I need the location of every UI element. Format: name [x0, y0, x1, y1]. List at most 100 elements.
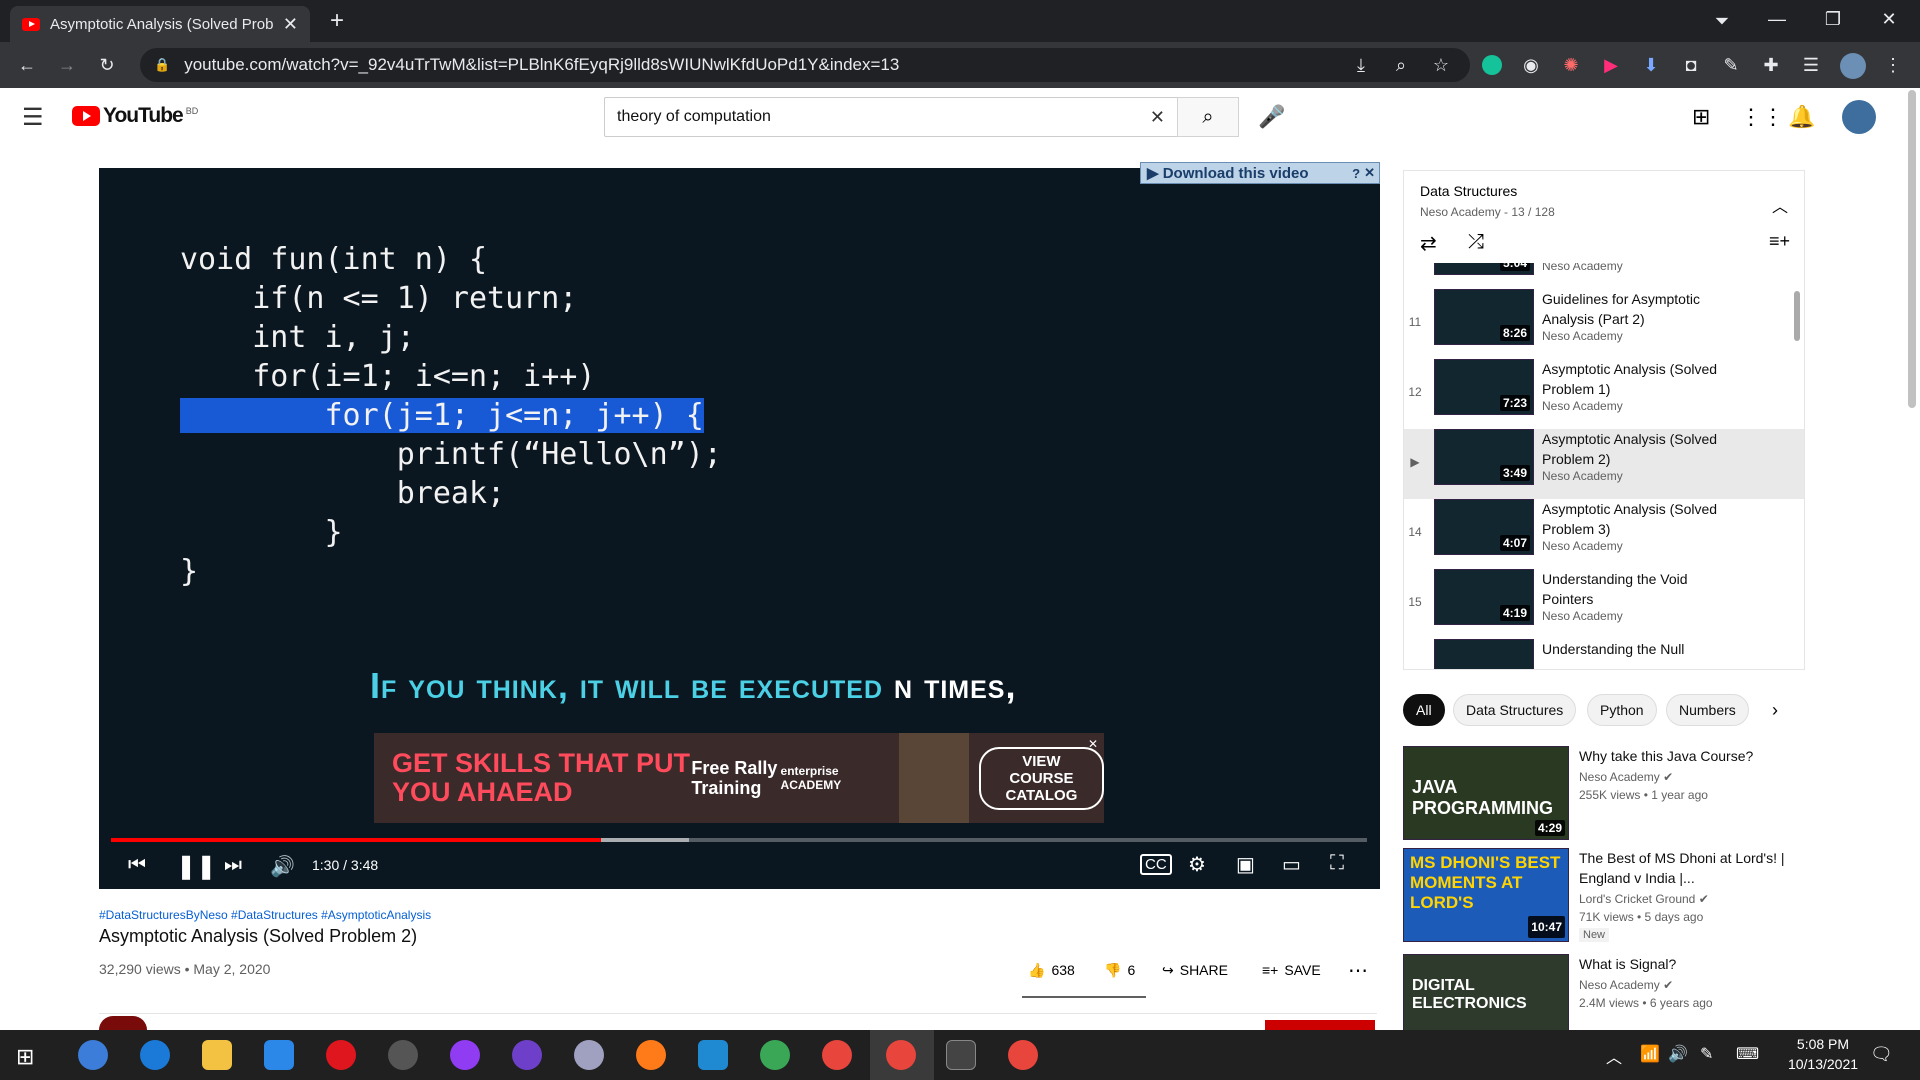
- apps-grid-icon[interactable]: ⋮⋮: [1740, 104, 1784, 130]
- save-button[interactable]: ≡+ SAVE: [1262, 962, 1321, 978]
- mail-icon[interactable]: [264, 1040, 294, 1070]
- windows-start-icon[interactable]: ⊞: [16, 1044, 34, 1070]
- back-icon[interactable]: ←: [14, 52, 40, 78]
- download-video-button[interactable]: ▶ Download this video? ✕: [1140, 162, 1380, 184]
- qbittorrent-icon[interactable]: [78, 1040, 108, 1070]
- youtube-logo[interactable]: YouTube BD: [72, 104, 198, 128]
- network-icon[interactable]: 📶: [1640, 1044, 1660, 1064]
- opera-icon[interactable]: [326, 1040, 356, 1070]
- app-icon[interactable]: [574, 1040, 604, 1070]
- captions-icon[interactable]: CC: [1140, 854, 1172, 875]
- account-avatar[interactable]: [1842, 100, 1876, 134]
- grammarly-extension-icon[interactable]: [1482, 55, 1502, 75]
- playlist-item[interactable]: 5:04 Neso Academy: [1404, 263, 1804, 289]
- create-video-icon[interactable]: ⊞: [1692, 104, 1710, 130]
- address-bar[interactable]: 🔒 youtube.com/watch?v=_92v4uTrTwM&list=P…: [140, 48, 1470, 82]
- next-icon[interactable]: ⏭: [224, 854, 242, 877]
- notifications-bell-icon[interactable]: 🔔: [1788, 104, 1815, 130]
- reload-icon[interactable]: ↻: [94, 52, 120, 78]
- new-tab-icon[interactable]: +: [324, 7, 350, 34]
- page-scrollbar[interactable]: [1908, 90, 1916, 408]
- browser-tab[interactable]: Asymptotic Analysis (Solved Prob ✕: [10, 6, 310, 42]
- more-actions-icon[interactable]: ⋯: [1348, 958, 1368, 983]
- search-input[interactable]: theory of computation ✕: [604, 97, 1178, 137]
- recommended-video[interactable]: JAVA PROGRAMMING 4:29 Why take this Java …: [1403, 746, 1823, 841]
- collapse-chevron-icon[interactable]: ︿: [1772, 193, 1788, 217]
- playlist-item-current[interactable]: ▶ 3:49 Asymptotic Analysis (Solved Probl…: [1404, 429, 1804, 499]
- playlist-title[interactable]: Data Structures: [1420, 183, 1517, 199]
- shuffle-icon[interactable]: ⤮: [1468, 231, 1484, 254]
- channel-avatar[interactable]: [99, 1016, 147, 1030]
- subscribe-button[interactable]: [1265, 1020, 1375, 1030]
- reading-list-icon[interactable]: ☰: [1798, 52, 1824, 78]
- voice-search-icon[interactable]: 🎤: [1258, 104, 1285, 130]
- terminal-icon[interactable]: [946, 1040, 976, 1070]
- playlist-scrollbar[interactable]: [1794, 291, 1800, 341]
- share-button[interactable]: ↪ SHARE: [1162, 962, 1228, 979]
- recommended-video[interactable]: DIGITAL ELECTRONICS What is Signal? Neso…: [1403, 954, 1823, 1030]
- chrome-active-icon[interactable]: [886, 1040, 916, 1070]
- pen-extension-icon[interactable]: ✎: [1718, 52, 1744, 78]
- keyboard-icon[interactable]: ⌨: [1736, 1044, 1759, 1064]
- chip-data-structures[interactable]: Data Structures: [1453, 694, 1577, 726]
- miniplayer-icon[interactable]: ▣: [1236, 852, 1255, 877]
- recommended-video[interactable]: MS DHONI'S BEST MOMENTS AT LORD'S 10:47 T…: [1403, 848, 1823, 943]
- screen-extension-icon[interactable]: ◘: [1678, 52, 1704, 78]
- playlist-options-icon[interactable]: ≡+: [1769, 231, 1790, 252]
- close-ad-icon[interactable]: ✕: [1088, 737, 1098, 751]
- search-button[interactable]: ⌕: [1177, 97, 1239, 137]
- firefox-icon[interactable]: [636, 1040, 666, 1070]
- github-desktop-icon[interactable]: [512, 1040, 542, 1070]
- profile-dropdown-icon[interactable]: ⏷: [1709, 8, 1735, 34]
- file-explorer-icon[interactable]: [202, 1040, 232, 1070]
- maximize-icon[interactable]: ❐: [1820, 6, 1846, 32]
- settings-gear-icon[interactable]: ⚙: [1188, 852, 1206, 877]
- bookmark-star-icon[interactable]: ☆: [1428, 52, 1454, 78]
- edge-icon[interactable]: [140, 1040, 170, 1070]
- extension-icon[interactable]: ✺: [1558, 52, 1584, 78]
- progress-bar[interactable]: [111, 838, 1367, 842]
- playlist-item[interactable]: Understanding the Null: [1404, 639, 1804, 669]
- playlist-item[interactable]: 15 4:19 Understanding the Void Pointers N…: [1404, 569, 1804, 639]
- volume-tray-icon[interactable]: 🔊: [1668, 1044, 1688, 1064]
- clock[interactable]: 5:08 PM 10/13/2021: [1778, 1034, 1868, 1074]
- chip-numbers[interactable]: Numbers: [1666, 694, 1749, 726]
- like-button[interactable]: 👍 638: [1028, 962, 1075, 979]
- edge-dev-icon[interactable]: [760, 1040, 790, 1070]
- pause-icon[interactable]: ❚❚: [176, 852, 216, 881]
- camera-extension-icon[interactable]: ◉: [1518, 52, 1544, 78]
- profile-avatar[interactable]: [1840, 53, 1866, 79]
- clear-search-icon[interactable]: ✕: [1150, 107, 1165, 128]
- help-icon[interactable]: ?: [1352, 166, 1360, 181]
- play-extension-icon[interactable]: ▶: [1598, 52, 1624, 78]
- dislike-button[interactable]: 👎 6: [1104, 962, 1135, 979]
- minimize-icon[interactable]: —: [1764, 6, 1790, 32]
- extensions-puzzle-icon[interactable]: ✚: [1758, 52, 1784, 78]
- chrome-icon[interactable]: [822, 1040, 852, 1070]
- close-download-icon[interactable]: ✕: [1364, 165, 1375, 181]
- close-tab-icon[interactable]: ✕: [283, 14, 298, 35]
- notification-center-icon[interactable]: 🗨: [1870, 1044, 1893, 1065]
- theater-mode-icon[interactable]: ▭: [1282, 852, 1301, 877]
- browser-menu-icon[interactable]: ⋮: [1880, 52, 1906, 78]
- tray-chevron-icon[interactable]: ︿: [1606, 1044, 1622, 1068]
- snipping-tool-icon[interactable]: [388, 1040, 418, 1070]
- chip-python[interactable]: Python: [1587, 694, 1657, 726]
- playlist-item[interactable]: 12 7:23 Asymptotic Analysis (Solved Prob…: [1404, 359, 1804, 429]
- install-icon[interactable]: ⤓: [1348, 52, 1374, 78]
- video-ad-banner[interactable]: GET SKILLS THAT PUT YOU AHAEAD Free Rall…: [374, 733, 1104, 823]
- messenger-icon[interactable]: [450, 1040, 480, 1070]
- chips-next-icon[interactable]: ›: [1772, 700, 1778, 721]
- playlist-item[interactable]: 11 8:26 Guidelines for Asymptotic Analys…: [1404, 289, 1804, 359]
- chip-all[interactable]: All: [1403, 694, 1445, 726]
- ad-cta-button[interactable]: VIEW COURSE CATALOG: [978, 746, 1104, 810]
- loop-icon[interactable]: ⇄: [1420, 231, 1437, 256]
- volume-icon[interactable]: 🔊: [270, 854, 295, 879]
- fullscreen-icon[interactable]: ⛶: [1330, 852, 1344, 875]
- playlist-item[interactable]: 14 4:07 Asymptotic Analysis (Solved Prob…: [1404, 499, 1804, 569]
- previous-icon[interactable]: ⏮: [128, 854, 146, 877]
- chrome-profile-icon[interactable]: [1008, 1040, 1038, 1070]
- close-window-icon[interactable]: ✕: [1876, 6, 1902, 32]
- zoom-icon[interactable]: ⌕: [1388, 52, 1414, 78]
- hashtags[interactable]: #DataStructuresByNeso #DataStructures #A…: [99, 908, 431, 922]
